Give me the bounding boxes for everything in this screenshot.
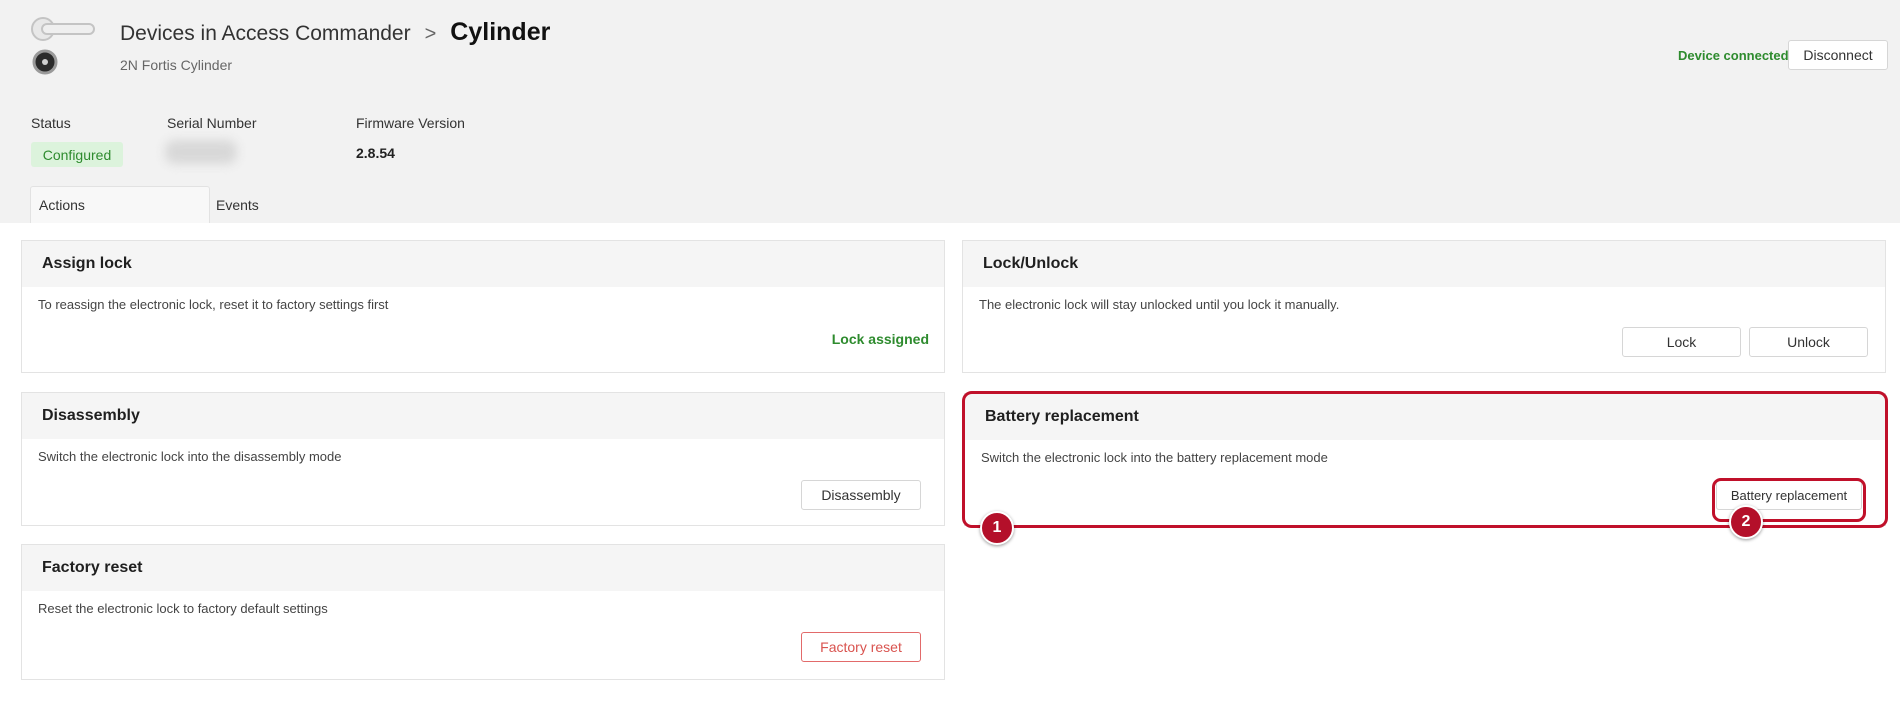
card-title: Factory reset (22, 545, 944, 591)
serial-number-label: Serial Number (167, 115, 257, 131)
card-title: Lock/Unlock (963, 241, 1885, 287)
card-title: Assign lock (22, 241, 944, 287)
card-description: To reassign the electronic lock, reset i… (38, 297, 389, 312)
disconnect-button[interactable]: Disconnect (1788, 40, 1888, 70)
battery-replacement-button[interactable]: Battery replacement (1716, 480, 1862, 510)
tab-events[interactable]: Events (208, 186, 308, 223)
door-handle-icon (31, 17, 95, 75)
breadcrumb-separator: > (424, 23, 437, 45)
callout-2: 2 (1729, 505, 1763, 539)
card-description: Reset the electronic lock to factory def… (38, 601, 328, 616)
card-title: Disassembly (22, 393, 944, 439)
assign-lock-card: Assign lock To reassign the electronic l… (21, 240, 945, 373)
connection-status: Device connected (1678, 48, 1789, 63)
lock-unlock-card: Lock/Unlock The electronic lock will sta… (962, 240, 1886, 373)
firmware-version-value: 2.8.54 (356, 145, 395, 161)
lock-button[interactable]: Lock (1622, 327, 1741, 357)
firmware-version-label: Firmware Version (356, 115, 465, 131)
callout-1: 1 (980, 511, 1014, 545)
card-title: Battery replacement (965, 394, 1885, 440)
lock-assigned-status: Lock assigned (831, 331, 929, 347)
disassembly-card: Disassembly Switch the electronic lock i… (21, 392, 945, 526)
card-description: Switch the electronic lock into the batt… (981, 450, 1328, 465)
status-label: Status (31, 115, 71, 131)
card-description: Switch the electronic lock into the disa… (38, 449, 342, 464)
unlock-button[interactable]: Unlock (1749, 327, 1868, 357)
tab-actions[interactable]: Actions (30, 186, 210, 223)
device-model-subtitle: 2N Fortis Cylinder (120, 57, 233, 73)
status-badge: Configured (31, 142, 123, 167)
factory-reset-button[interactable]: Factory reset (801, 632, 921, 662)
card-description: The electronic lock will stay unlocked u… (979, 297, 1340, 312)
disassembly-button[interactable]: Disassembly (801, 480, 921, 510)
factory-reset-card: Factory reset Reset the electronic lock … (21, 544, 945, 680)
breadcrumb-root[interactable]: Devices in Access Commander (120, 22, 411, 46)
page-title: Cylinder (450, 18, 551, 46)
device-header: Devices in Access Commander > Cylinder 2… (0, 0, 1900, 223)
serial-number-redacted (165, 140, 237, 164)
breadcrumb: Devices in Access Commander > Cylinder (120, 18, 550, 47)
